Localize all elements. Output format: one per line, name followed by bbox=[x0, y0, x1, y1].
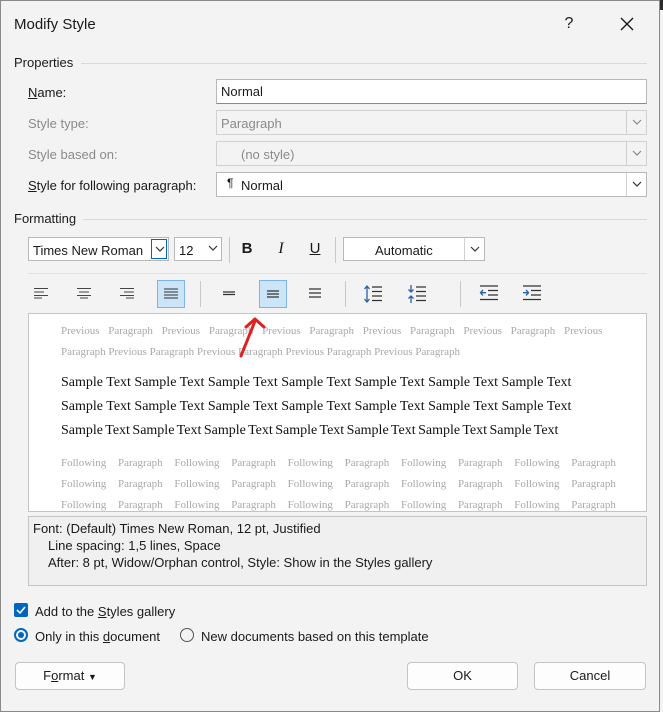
close-icon bbox=[620, 17, 634, 31]
title-bar: Modify Style ? bbox=[1, 1, 659, 47]
properties-divider bbox=[81, 63, 647, 64]
toolbar-separator bbox=[345, 281, 346, 307]
font-name-select[interactable]: Times New Roman bbox=[28, 237, 169, 261]
pilcrow-icon: ¶ bbox=[227, 176, 234, 190]
chevron-down-icon bbox=[205, 238, 221, 260]
style-type-value: Paragraph bbox=[221, 116, 282, 131]
following-paragraph-select[interactable]: ¶ Normal bbox=[216, 172, 647, 197]
style-based-on-value: (no style) bbox=[241, 147, 295, 162]
single-spacing-icon bbox=[223, 291, 235, 296]
sample-text-line: Sample Text Sample Text Sample Text Samp… bbox=[61, 423, 559, 438]
new-documents-radio[interactable] bbox=[180, 628, 194, 642]
align-right-button[interactable] bbox=[113, 280, 141, 308]
font-color-select[interactable]: Automatic bbox=[343, 237, 485, 261]
font-name-value: Times New Roman bbox=[33, 243, 144, 258]
format-button[interactable]: Format ▼ bbox=[15, 662, 125, 690]
font-color-value: Automatic bbox=[375, 243, 433, 258]
style-based-on-label: Style based on: bbox=[28, 147, 118, 162]
following-paragraph-label: Style for following paragraph: bbox=[28, 178, 197, 193]
add-to-gallery-checkbox[interactable] bbox=[14, 603, 28, 617]
name-input[interactable]: Normal bbox=[216, 79, 647, 104]
italic-button[interactable]: I bbox=[267, 235, 295, 263]
close-button[interactable] bbox=[615, 12, 639, 36]
align-right-icon bbox=[120, 288, 134, 299]
toolbar-separator bbox=[229, 237, 230, 263]
following-paragraph-line: Following Paragraph Following Paragraph … bbox=[61, 457, 616, 469]
one-and-half-spacing-button[interactable] bbox=[259, 280, 287, 308]
style-based-on-select[interactable]: (no style) bbox=[216, 141, 647, 166]
one-and-half-spacing-icon bbox=[267, 290, 279, 298]
decrease-indent-button[interactable] bbox=[475, 280, 503, 308]
align-left-button[interactable] bbox=[27, 280, 55, 308]
dialog-title: Modify Style bbox=[14, 16, 96, 33]
font-size-value: 12 bbox=[179, 243, 194, 258]
cancel-button[interactable]: Cancel bbox=[534, 662, 646, 690]
format-button-label: Format bbox=[43, 668, 85, 683]
previous-paragraph-line: Previous Paragraph Previous Paragraph Pr… bbox=[61, 325, 603, 337]
ok-button[interactable]: OK bbox=[407, 662, 518, 690]
only-this-document-label: Only in this document bbox=[35, 629, 161, 644]
increase-spacing-icon bbox=[364, 284, 382, 304]
double-spacing-icon bbox=[309, 288, 321, 298]
description-line: After: 8 pt, Widow/Orphan control, Style… bbox=[48, 555, 433, 570]
formatting-divider bbox=[83, 219, 647, 220]
add-to-gallery-label: Add to the Styles gallery bbox=[35, 604, 176, 619]
decrease-paragraph-spacing-button[interactable] bbox=[403, 280, 431, 308]
double-spacing-button[interactable] bbox=[301, 280, 329, 308]
following-paragraph-value: Normal bbox=[241, 178, 283, 193]
help-button[interactable]: ? bbox=[559, 13, 579, 35]
new-documents-label: New documents based on this template bbox=[201, 629, 429, 644]
name-label: Name: bbox=[28, 85, 67, 100]
description-line: Font: (Default) Times New Roman, 12 pt, … bbox=[33, 521, 321, 536]
bold-button[interactable]: B bbox=[233, 235, 261, 263]
only-this-document-radio[interactable] bbox=[14, 628, 28, 642]
decrease-indent-icon bbox=[479, 285, 498, 301]
toolbar-separator bbox=[460, 281, 461, 307]
properties-section-label: Properties bbox=[14, 55, 74, 70]
chevron-down-icon bbox=[626, 111, 646, 134]
chevron-down-icon bbox=[464, 238, 484, 260]
annotation-arrow-icon bbox=[239, 317, 266, 358]
toolbar-separator bbox=[200, 281, 201, 307]
toolbar-separator bbox=[335, 237, 336, 263]
style-preview-pane: Previous Paragraph Previous Paragraph Pr… bbox=[28, 313, 647, 512]
increase-indent-icon bbox=[523, 285, 541, 301]
modify-style-dialog: Modify Style ? Properties Name: Normal S… bbox=[0, 0, 660, 712]
sample-text-line: Sample Text Sample Text Sample Text Samp… bbox=[61, 375, 572, 390]
chevron-down-icon bbox=[151, 239, 167, 259]
chevron-down-icon bbox=[626, 142, 646, 165]
description-line: Line spacing: 1,5 lines, Space bbox=[48, 538, 221, 553]
align-justify-button[interactable] bbox=[157, 280, 185, 308]
formatting-section-label: Formatting bbox=[14, 211, 77, 226]
align-left-icon bbox=[34, 288, 48, 299]
style-type-select[interactable]: Paragraph bbox=[216, 110, 647, 135]
toolbar-divider bbox=[28, 273, 647, 274]
style-type-label: Style type: bbox=[28, 116, 89, 131]
previous-paragraph-line: Paragraph Previous Paragraph Previous Pa… bbox=[61, 346, 460, 358]
chevron-down-icon bbox=[626, 173, 646, 196]
font-size-select[interactable]: 12 bbox=[174, 237, 222, 261]
sample-text-line: Sample Text Sample Text Sample Text Samp… bbox=[61, 399, 572, 414]
decrease-spacing-icon bbox=[408, 285, 426, 303]
checkmark-icon bbox=[16, 606, 26, 615]
underline-button[interactable]: U bbox=[301, 235, 329, 263]
align-justify-icon bbox=[164, 288, 178, 299]
caret-down-icon: ▼ bbox=[87, 672, 97, 682]
style-description: Font: (Default) Times New Roman, 12 pt, … bbox=[28, 516, 647, 586]
increase-paragraph-spacing-button[interactable] bbox=[359, 280, 387, 308]
align-center-icon bbox=[77, 288, 91, 299]
following-paragraph-line: Following Paragraph Following Paragraph … bbox=[61, 478, 616, 490]
following-paragraph-line: Following Paragraph Following Paragraph … bbox=[61, 499, 616, 511]
align-center-button[interactable] bbox=[70, 280, 98, 308]
single-spacing-button[interactable] bbox=[215, 280, 243, 308]
increase-indent-button[interactable] bbox=[518, 280, 546, 308]
